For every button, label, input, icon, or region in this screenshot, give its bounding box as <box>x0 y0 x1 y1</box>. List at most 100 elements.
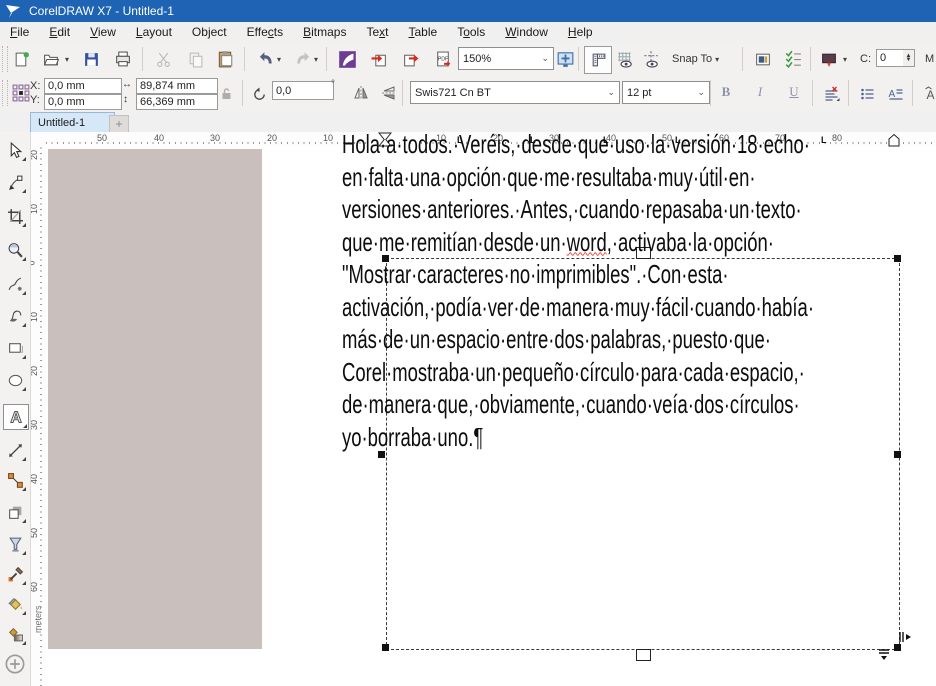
menu-window[interactable]: Window <box>495 23 558 41</box>
taupe-rectangle-object[interactable] <box>48 149 262 649</box>
show-guidelines-toggle[interactable] <box>638 46 664 72</box>
interactive-fill-tool[interactable] <box>3 622 27 646</box>
launcher-button[interactable] <box>816 46 842 72</box>
zoom-tool[interactable] <box>3 238 27 262</box>
text-flow-tab-bottom[interactable] <box>636 649 651 661</box>
color-eyedropper-tool[interactable] <box>3 562 27 586</box>
open-dropdown-caret[interactable]: ▾ <box>62 46 72 72</box>
publish-pdf-button[interactable]: PDF <box>430 46 456 72</box>
paragraph-text-line: Hola·a·todos.·Veréis,·desde·que·uso·la·v… <box>342 128 740 161</box>
treeview-button[interactable] <box>780 46 806 72</box>
export-button[interactable] <box>398 46 424 72</box>
crop-tool[interactable] <box>3 204 27 228</box>
save-button[interactable] <box>78 46 104 72</box>
connector-tool[interactable] <box>3 468 27 492</box>
undo-dropdown-caret[interactable]: ▾ <box>274 46 284 72</box>
fullscreen-preview-button[interactable] <box>552 46 578 72</box>
show-guidelines-icon <box>642 50 660 68</box>
chevron-down-icon: ⌄ <box>607 88 615 97</box>
shape-tool-icon <box>7 174 24 191</box>
menu-effects[interactable]: Effects <box>237 23 293 41</box>
import-button[interactable] <box>366 46 392 72</box>
italic-button[interactable]: I <box>748 81 772 103</box>
rotate-icon <box>252 87 267 102</box>
x-position-input[interactable]: 0,0 mm <box>44 78 122 94</box>
character-formatting-button[interactable]: A <box>918 81 936 107</box>
drop-shadow-tool[interactable] <box>3 500 27 524</box>
paragraph-text[interactable]: Hola·a·todos.·Veréis,·desde·que·uso·la·v… <box>342 128 902 453</box>
menu-layout[interactable]: Layout <box>126 23 182 41</box>
dropcap-icon: A <box>887 86 904 102</box>
launcher-dropdown-caret[interactable]: ▾ <box>840 46 850 72</box>
transparency-tool[interactable] <box>3 532 27 556</box>
menu-text[interactable]: Text <box>356 23 398 41</box>
rectangle-tool[interactable] <box>3 336 27 360</box>
launcher-icon <box>820 51 838 68</box>
plus-icon: + <box>115 117 122 131</box>
dimension-tool[interactable] <box>3 438 27 462</box>
selection-handle-bottom-left[interactable] <box>382 644 389 651</box>
add-circle-icon <box>4 653 26 675</box>
c-spinner-arrows[interactable]: ▲▼ <box>903 49 915 67</box>
menu-bitmaps[interactable]: Bitmaps <box>293 23 356 41</box>
object-width-input[interactable]: 89,874 mm <box>136 78 218 94</box>
artistic-media-tool[interactable] <box>3 304 27 328</box>
selection-handle-bottom-right[interactable] <box>894 644 901 651</box>
drop-cap-button[interactable]: A <box>882 81 908 107</box>
menu-help[interactable]: Help <box>558 23 603 41</box>
pick-tool[interactable] <box>3 138 27 162</box>
add-tool-button[interactable] <box>3 652 27 676</box>
snap-to-dropdown[interactable]: Snap To ▾ <box>672 46 722 72</box>
h-ruler-label: 50 <box>97 133 107 143</box>
bulleted-list-button[interactable] <box>854 81 880 107</box>
new-document-button[interactable] <box>8 46 34 72</box>
copy-button[interactable] <box>182 46 208 72</box>
flip-h-icon <box>353 85 369 101</box>
print-button[interactable] <box>110 46 136 72</box>
flip-horizontal-button[interactable] <box>348 80 374 106</box>
paste-button[interactable] <box>212 46 238 72</box>
ellipse-tool[interactable] <box>3 368 27 392</box>
menu-edit[interactable]: Edit <box>39 23 80 41</box>
font-list-combo[interactable]: Swis721 Cn BT ⌄ <box>410 81 620 104</box>
new-document-tab-button[interactable]: + <box>109 115 129 133</box>
redo-dropdown-caret[interactable]: ▾ <box>311 46 321 72</box>
text-alignment-button[interactable] <box>818 81 844 107</box>
lock-ratio-button[interactable] <box>216 81 236 107</box>
rotate-button[interactable] <box>248 81 270 107</box>
freehand-tool[interactable] <box>3 272 27 296</box>
document-tab-untitled-1[interactable]: Untitled-1 <box>30 112 115 133</box>
cut-button[interactable] <box>150 46 176 72</box>
flip-vertical-button[interactable] <box>376 80 402 106</box>
fill-tool[interactable] <box>3 592 27 616</box>
underline-button[interactable]: U <box>782 81 806 103</box>
expand-v-icon[interactable] <box>878 648 892 661</box>
bold-button[interactable]: B <box>714 81 738 103</box>
zoom-level-combo[interactable]: 150% ⌄ <box>458 47 554 70</box>
text-tool-selected[interactable]: A <box>3 404 29 430</box>
rotation-angle-input[interactable]: 0,0 <box>272 81 334 100</box>
menu-tools[interactable]: Tools <box>447 23 495 41</box>
menu-view[interactable]: View <box>80 23 126 41</box>
options-button[interactable] <box>750 46 776 72</box>
menu-table[interactable]: Table <box>399 23 448 41</box>
open-button[interactable] <box>38 46 64 72</box>
show-grid-toggle[interactable] <box>612 46 638 72</box>
cut-icon <box>155 51 172 68</box>
svg-text:A: A <box>10 410 21 426</box>
toolbar-separator <box>742 47 743 71</box>
menu-file[interactable]: File <box>0 23 39 41</box>
font-size-combo[interactable]: 12 pt ⌄ <box>622 81 710 104</box>
x-position-value: 0,0 mm <box>48 80 85 92</box>
expand-h-icon[interactable] <box>898 631 912 643</box>
y-position-input[interactable]: 0,0 mm <box>44 94 122 110</box>
object-height-input[interactable]: 66,369 mm <box>136 94 218 110</box>
propbar-separator <box>242 80 243 106</box>
menu-object[interactable]: Object <box>182 23 237 41</box>
show-rulers-toggle[interactable] <box>584 46 612 74</box>
new-document-icon <box>13 51 30 68</box>
shape-tool[interactable] <box>3 170 27 194</box>
svg-text:A: A <box>888 89 895 100</box>
toolbar-separator <box>142 47 143 71</box>
search-content-button[interactable] <box>334 46 360 72</box>
